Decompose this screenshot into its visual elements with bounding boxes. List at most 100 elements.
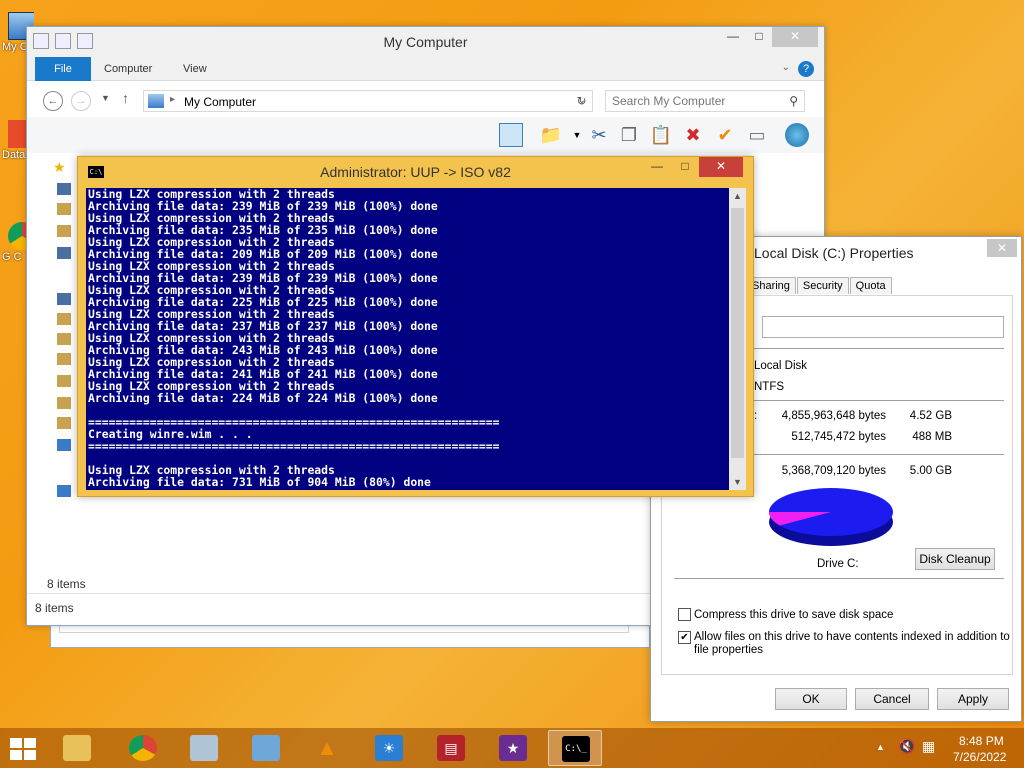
- clock-date[interactable]: 7/26/2022: [953, 750, 1006, 764]
- forward-button[interactable]: →: [71, 91, 91, 111]
- file-explorer-icon: [63, 735, 91, 761]
- folder-icon[interactable]: [57, 225, 71, 237]
- explorer-titlebar[interactable]: My Computer — □ ✕: [27, 27, 824, 57]
- apply-button[interactable]: Apply: [937, 688, 1009, 710]
- recent-locations-icon[interactable]: ▼: [101, 93, 110, 103]
- computer-icon[interactable]: [57, 293, 71, 305]
- console-text: Using LZX compression with 2 threads Arc…: [88, 188, 500, 489]
- tab-security[interactable]: Security: [796, 277, 849, 294]
- free-space-bytes: 512,745,472 bytes: [791, 431, 886, 443]
- desktop-icon-label: Data: [2, 149, 26, 161]
- news-icon: ▤: [437, 735, 465, 761]
- index-contents-label-cont: file properties: [694, 644, 764, 656]
- index-contents-label: Allow files on this drive to have conten…: [694, 631, 1010, 643]
- scroll-up-arrow-icon[interactable]: ▲: [729, 188, 746, 204]
- system-monitor-icon: [190, 735, 218, 761]
- console-output[interactable]: Using LZX compression with 2 threads Arc…: [86, 188, 729, 490]
- maximize-button[interactable]: □: [671, 157, 699, 177]
- taskbar-chrome[interactable]: [116, 730, 170, 766]
- dialog-title: Local Disk (C:) Properties: [754, 245, 914, 261]
- index-contents-checkbox[interactable]: ✔: [678, 631, 691, 644]
- volume-label-input[interactable]: [762, 316, 1004, 338]
- close-button[interactable]: ✕: [699, 157, 743, 177]
- tab-computer[interactable]: Computer: [104, 57, 152, 81]
- cancel-button[interactable]: Cancel: [855, 688, 929, 710]
- scrollbar-thumb[interactable]: [731, 208, 744, 458]
- preview-pane-icon[interactable]: [499, 123, 523, 147]
- folder-icon[interactable]: [57, 333, 71, 345]
- taskbar-system-monitor[interactable]: [177, 730, 231, 766]
- search-icon[interactable]: ⚲: [789, 94, 798, 108]
- trophy-icon: ★: [499, 735, 527, 761]
- compress-drive-checkbox[interactable]: [678, 608, 691, 621]
- chevron-down-icon[interactable]: ⌄: [782, 62, 790, 73]
- scroll-down-arrow-icon[interactable]: ▼: [729, 474, 746, 490]
- folder-options-icon[interactable]: 📁: [539, 123, 563, 147]
- used-space-size: 4.52 GB: [909, 410, 952, 422]
- paste-icon[interactable]: 📋: [649, 123, 673, 147]
- delete-icon[interactable]: ✖: [681, 123, 705, 147]
- network-icon[interactable]: ▦: [922, 738, 935, 755]
- back-button[interactable]: ←: [43, 91, 63, 111]
- used-space-bytes: 4,855,963,648 bytes: [781, 410, 886, 422]
- favorites-star-icon[interactable]: ★: [53, 159, 66, 176]
- taskbar-file-explorer[interactable]: [50, 730, 104, 766]
- address-bar[interactable]: ▸ My Computer ⌄: [143, 90, 593, 112]
- drive-icon: [252, 735, 280, 761]
- disk-cleanup-button[interactable]: Disk Cleanup: [915, 548, 995, 570]
- file-system-value: NTFS: [754, 381, 785, 393]
- desktop-icon-label: G C: [2, 251, 22, 263]
- minimize-button[interactable]: —: [720, 27, 746, 47]
- desktop-icon-label: My C: [2, 41, 28, 53]
- nav-pane-status: 8 items: [47, 577, 86, 591]
- nav-item-icon[interactable]: [57, 183, 71, 195]
- console-scrollbar[interactable]: ▲ ▼: [729, 188, 746, 490]
- clock-time[interactable]: 8:48 PM: [959, 734, 1004, 748]
- ok-button[interactable]: OK: [775, 688, 847, 710]
- taskbar-vlc[interactable]: ▲: [300, 730, 354, 766]
- volume-muted-icon[interactable]: 🔇: [898, 738, 915, 755]
- maximize-button[interactable]: □: [746, 27, 772, 47]
- folder-icon[interactable]: [57, 397, 71, 409]
- breadcrumb-chevron-icon[interactable]: ▸: [170, 94, 175, 105]
- refresh-button[interactable]: ↻: [571, 90, 593, 112]
- help-icon[interactable]: ?: [798, 61, 814, 77]
- windows-logo-pane: [10, 750, 22, 760]
- folder-icon[interactable]: [57, 375, 71, 387]
- used-space-label: :: [754, 410, 758, 422]
- taskbar-news[interactable]: ▤: [424, 730, 478, 766]
- copy-icon[interactable]: ❐: [617, 123, 641, 147]
- network-icon[interactable]: [57, 485, 71, 497]
- close-button[interactable]: ✕: [987, 239, 1017, 257]
- drive-icon[interactable]: [57, 439, 71, 451]
- taskbar-trophy[interactable]: ★: [486, 730, 540, 766]
- globe-icon[interactable]: [785, 123, 809, 147]
- type-value: Local Disk: [754, 360, 808, 372]
- folder-icon[interactable]: [57, 353, 71, 365]
- icon-toolbar: 📁 ▼ ✂ ❐ 📋 ✖ ✔ ▭: [27, 117, 824, 153]
- close-button[interactable]: ✕: [772, 27, 818, 47]
- taskbar-command-prompt[interactable]: C:\_: [548, 730, 602, 766]
- minimize-button[interactable]: —: [643, 157, 671, 177]
- tab-view[interactable]: View: [183, 57, 207, 81]
- taskbar-brightness[interactable]: ☀: [362, 730, 416, 766]
- search-input[interactable]: [606, 91, 776, 111]
- windows-logo-pane: [24, 738, 36, 748]
- tab-file[interactable]: File: [35, 57, 91, 81]
- computer-icon[interactable]: [57, 247, 71, 259]
- brightness-icon: ☀: [375, 735, 403, 761]
- chevron-down-icon[interactable]: ▼: [565, 123, 589, 147]
- free-space-size: 488 MB: [912, 431, 952, 443]
- checkmark-icon[interactable]: ✔: [713, 123, 737, 147]
- divider: [674, 578, 1004, 579]
- cut-icon[interactable]: ✂: [587, 123, 611, 147]
- taskbar-drive[interactable]: [239, 730, 293, 766]
- up-arrow-icon[interactable]: ↑: [122, 90, 129, 106]
- folder-icon[interactable]: [57, 203, 71, 215]
- rename-icon[interactable]: ▭: [745, 123, 769, 147]
- folder-icon[interactable]: [57, 313, 71, 325]
- show-hidden-icons-chevron-icon[interactable]: ▲: [876, 742, 885, 752]
- folder-icon[interactable]: [57, 417, 71, 429]
- start-button[interactable]: [10, 738, 38, 760]
- tab-quota[interactable]: Quota: [849, 277, 892, 294]
